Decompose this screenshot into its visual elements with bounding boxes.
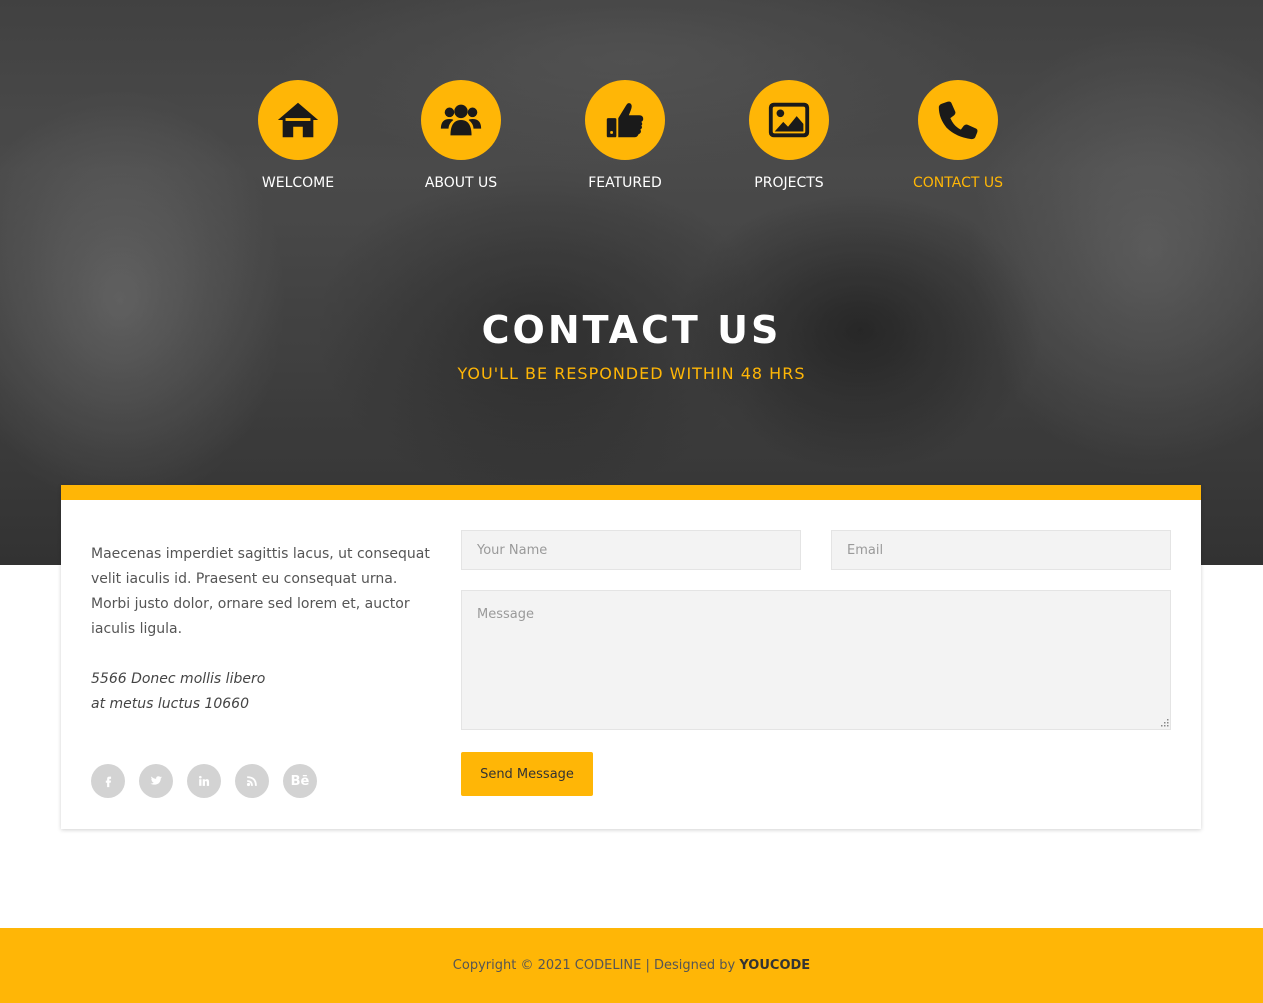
behance-icon: Bē bbox=[290, 773, 310, 789]
nav-item-contact-us[interactable]: CONTACT US bbox=[898, 80, 1018, 191]
footer-copyright: Copyright © 2021 CODELINE | Designed by bbox=[452, 958, 736, 973]
image-icon bbox=[768, 102, 810, 138]
page-subtitle: YOU'LL BE RESPONDED WITHIN 48 HRS bbox=[457, 364, 806, 383]
nav-label-welcome: WELCOME bbox=[261, 175, 335, 191]
nav-circle-about-us bbox=[421, 80, 501, 160]
name-input[interactable] bbox=[461, 530, 801, 570]
address-line-2: at metus luctus 10660 bbox=[91, 696, 249, 712]
page-title: CONTACT US bbox=[481, 308, 782, 352]
nav-circle-welcome bbox=[258, 80, 338, 160]
linkedin-icon bbox=[199, 775, 210, 786]
contact-card: Maecenas imperdiet sagittis lacus, ut co… bbox=[61, 485, 1201, 829]
message-textarea[interactable] bbox=[461, 590, 1171, 730]
footer: Copyright © 2021 CODELINE | Designed by … bbox=[0, 928, 1263, 1003]
footer-designer-link[interactable]: YOUCODE bbox=[739, 958, 810, 973]
nav-label-about-us: ABOUT US bbox=[424, 175, 498, 191]
email-input[interactable] bbox=[831, 530, 1171, 570]
nav-item-about-us[interactable]: ABOUT US bbox=[401, 80, 521, 191]
main-navigation: WELCOME ABOUT US FEATURED PROJECTS CONTA… bbox=[0, 80, 1263, 200]
nav-label-featured: FEATURED bbox=[588, 175, 662, 191]
behance-button[interactable]: Bē bbox=[283, 764, 317, 798]
home-icon bbox=[277, 102, 319, 138]
resize-grip-icon[interactable] bbox=[1161, 719, 1169, 727]
contact-description: Maecenas imperdiet sagittis lacus, ut co… bbox=[91, 546, 430, 637]
nav-item-welcome[interactable]: WELCOME bbox=[238, 80, 358, 191]
nav-label-projects: PROJECTS bbox=[754, 175, 824, 191]
rss-icon bbox=[246, 776, 257, 787]
twitter-icon bbox=[150, 776, 163, 785]
address-line-1: 5566 Donec mollis libero bbox=[91, 671, 266, 687]
nav-circle-featured bbox=[585, 80, 665, 160]
nav-circle-contact-us bbox=[918, 80, 998, 160]
facebook-icon bbox=[105, 776, 112, 788]
nav-label-contact-us: CONTACT US bbox=[913, 175, 1003, 191]
thumbs-up-icon bbox=[606, 103, 644, 138]
linkedin-button[interactable] bbox=[187, 764, 221, 798]
nav-item-featured[interactable]: FEATURED bbox=[565, 80, 685, 191]
send-message-button[interactable]: Send Message bbox=[461, 752, 593, 796]
twitter-button[interactable] bbox=[139, 764, 173, 798]
phone-icon bbox=[938, 101, 978, 140]
users-icon bbox=[440, 104, 482, 136]
nav-circle-projects bbox=[749, 80, 829, 160]
facebook-button[interactable] bbox=[91, 764, 125, 798]
nav-item-projects[interactable]: PROJECTS bbox=[729, 80, 849, 191]
social-links: Bē bbox=[91, 764, 317, 798]
rss-button[interactable] bbox=[235, 764, 269, 798]
contact-address: 5566 Donec mollis libero at metus luctus… bbox=[91, 667, 431, 717]
